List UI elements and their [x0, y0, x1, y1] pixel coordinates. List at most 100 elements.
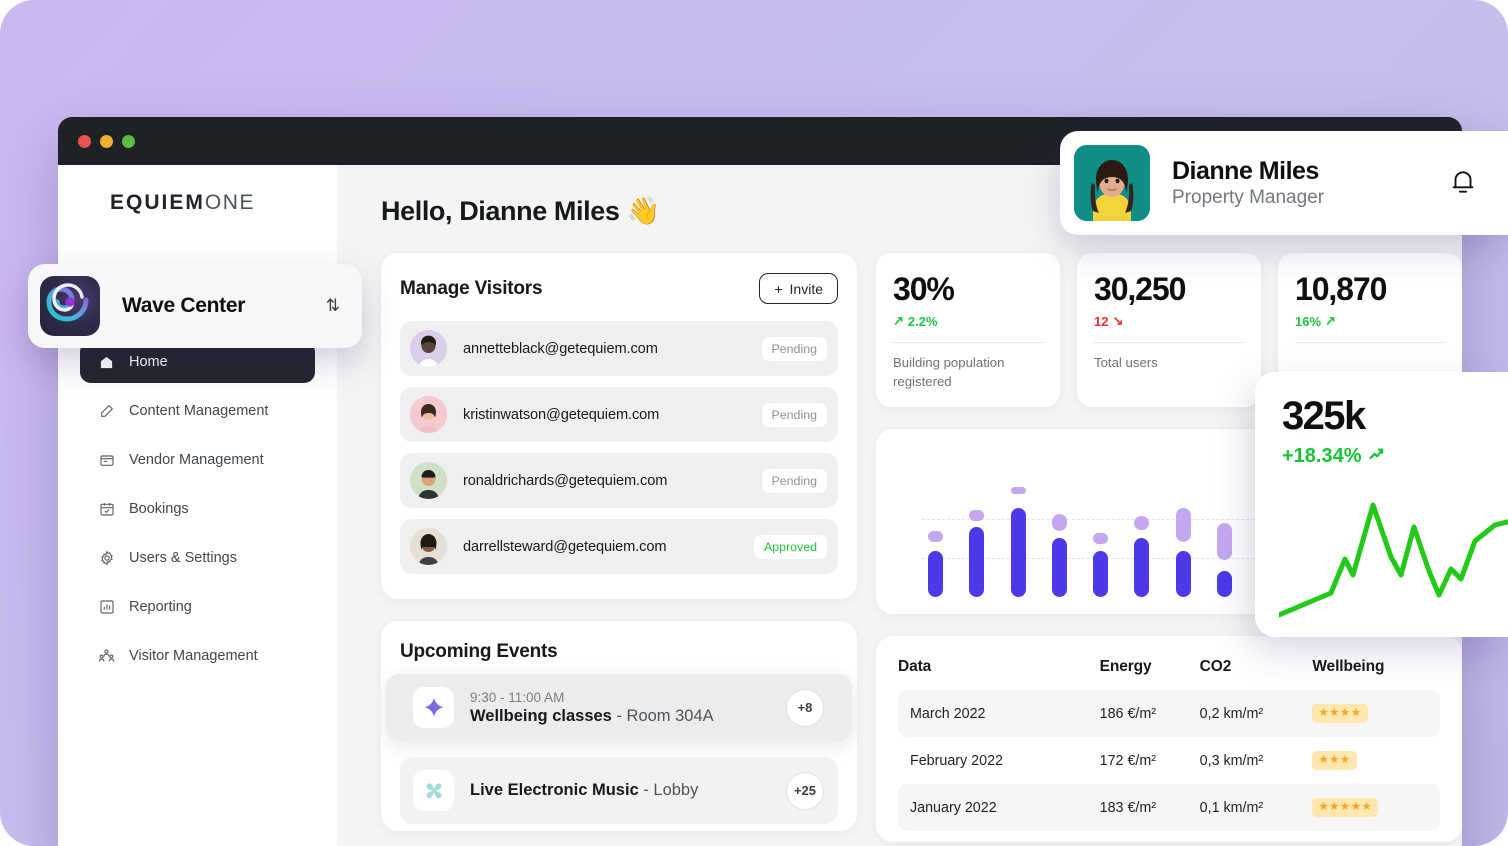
sidebar-item-visitor-management[interactable]: Visitor Management	[80, 635, 315, 677]
event-text: 9:30 - 11:00 AM Wellbeing classes - Room…	[470, 690, 786, 726]
column-header-data: Data	[898, 658, 932, 676]
user-profile-card[interactable]: Dianne Miles Property Manager	[1060, 131, 1508, 235]
sidebar-item-content-management[interactable]: Content Management	[80, 390, 315, 432]
maximize-window-button[interactable]	[122, 134, 135, 148]
column-header-co2: CO2	[1199, 658, 1232, 676]
visitor-email: annetteblack@getequiem.com	[463, 340, 658, 357]
bell-icon[interactable]	[1448, 166, 1478, 201]
visitor-row[interactable]: kristinwatson@getequiem.com Pending	[400, 387, 838, 442]
trend-up-icon: ↗	[1325, 313, 1336, 328]
invite-button-label: Invite	[789, 280, 823, 297]
pencil-icon	[98, 403, 115, 420]
table-row[interactable]: December 2021196 €/m²0,4 km/m²★★★★★	[898, 831, 1440, 842]
avatar	[1074, 145, 1150, 221]
chart-bar-secondary	[1010, 487, 1026, 495]
table-row[interactable]: February 2022 172 €/m² 0,3 km/m² ★★★	[898, 737, 1440, 784]
event-name: Wellbeing classes	[470, 706, 612, 725]
kpi-sparkline	[1279, 502, 1508, 618]
table-header-row: Data Energy CO2 Wellbeing	[898, 652, 1440, 690]
cell-wellbeing: ★★★	[1312, 737, 1440, 784]
visitor-row[interactable]: darrellsteward@getequiem.com Approved	[400, 519, 838, 574]
visitor-row[interactable]: annetteblack@getequiem.com Pending	[400, 321, 838, 376]
event-attendee-count[interactable]: +25	[786, 771, 824, 810]
cell-energy: 183 €/m²	[1099, 799, 1157, 816]
event-location: - Room 304A	[616, 706, 714, 725]
sidebar-item-users-settings[interactable]: Users & Settings	[80, 537, 315, 579]
kpi-card: 325k +18.34%	[1255, 372, 1508, 637]
column-header-wellbeing: Wellbeing	[1312, 658, 1385, 676]
cell-energy: 196 €/m²	[1100, 831, 1200, 842]
sidebar-item-label: Bookings	[129, 501, 189, 517]
column-header-energy: Energy	[1099, 658, 1152, 676]
avatar	[410, 396, 447, 433]
arrow-down-right-icon: ↘	[1112, 313, 1124, 328]
building-switcher[interactable]: Wave Center ⇅	[28, 264, 362, 348]
visitor-row[interactable]: ronaldrichards@getequiem.com Pending	[400, 453, 838, 508]
table-row[interactable]: March 2022 186 €/m² 0,2 km/m² ★★★★	[898, 690, 1440, 738]
stat-label: Total users	[1094, 355, 1158, 370]
chart-bar-group	[1217, 479, 1233, 598]
manage-visitors-card: Manage Visitors + Invite annetteblack@ge…	[381, 253, 857, 599]
event-row[interactable]: Live Electronic Music - Lobby +25	[400, 757, 838, 824]
divider	[1295, 342, 1445, 343]
up-down-arrows-icon[interactable]: ⇅	[326, 296, 340, 316]
event-location: - Lobby	[643, 781, 699, 799]
chart-bar-secondary	[1134, 515, 1150, 530]
table-body: March 2022 186 €/m² 0,2 km/m² ★★★★ February …	[898, 690, 1440, 842]
cell-co2: 0,4 km/m²	[1200, 831, 1313, 842]
avatar	[410, 330, 447, 367]
metrics-table-card: Data Energy CO2 Wellbeing March 2022 186 …	[876, 636, 1462, 843]
logo-bold: EQUIEM	[110, 191, 205, 214]
kpi-delta-value: +18.34%	[1282, 444, 1362, 467]
kpi-delta: +18.34%	[1282, 443, 1508, 469]
wave-spiral-logo	[40, 276, 100, 336]
chart-bar-secondary	[969, 510, 985, 521]
sidebar-item-reporting[interactable]: Reporting	[80, 586, 315, 628]
bar-chart-icon	[98, 599, 115, 616]
cell-wellbeing: ★★★★★	[1312, 784, 1440, 831]
chart-bar-primary	[1175, 551, 1191, 598]
chart-bar-primary	[1134, 537, 1150, 598]
chart-bar-group	[1093, 479, 1109, 598]
stat-delta-value: 16%	[1295, 313, 1322, 329]
event-title: Live Electronic Music - Lobby	[470, 781, 786, 800]
stat-delta: 12 ↘	[1094, 313, 1244, 329]
trend-up-icon	[1368, 443, 1388, 469]
chart-bar-primary	[1093, 551, 1109, 598]
star-rating: ★★★★★	[1312, 798, 1379, 818]
table-row[interactable]: January 2022 183 €/m² 0,1 km/m² ★★★★★	[898, 784, 1440, 832]
close-window-button[interactable]	[78, 134, 91, 148]
sidebar-item-label: Visitor Management	[129, 648, 258, 664]
kpi-value: 325k	[1282, 394, 1366, 438]
store-icon	[98, 452, 115, 469]
divider	[893, 342, 1043, 343]
invite-button[interactable]: + Invite	[759, 273, 838, 304]
profile-name: Dianne Miles	[1172, 157, 1319, 185]
event-row[interactable]: 9:30 - 11:00 AM Wellbeing classes - Room…	[386, 674, 852, 741]
visitor-email: kristinwatson@getequiem.com	[463, 406, 660, 423]
page-root: EQUIEMONE Home Content Management Vendor…	[0, 0, 1508, 846]
table-head: Data Energy CO2 Wellbeing	[898, 652, 1440, 690]
stat-value: 30,250	[1094, 271, 1186, 307]
cell-data: December 2021	[898, 831, 1100, 842]
star-rating: ★★★	[1312, 751, 1357, 771]
home-icon	[98, 354, 115, 371]
upcoming-events-card: Upcoming Events 9:30 - 11:00 AM Wellbein…	[381, 621, 857, 831]
event-attendee-count[interactable]: +8	[786, 688, 824, 727]
star-rating: ★★★★	[1312, 704, 1368, 724]
stat-card-building-population: 30% ↗ 2.2% Building population registere…	[876, 253, 1060, 408]
stat-card-total-users: 30,250 12 ↘ Total users	[1077, 253, 1261, 408]
cell-energy: 186 €/m²	[1099, 705, 1157, 722]
status-badge: Pending	[761, 468, 827, 493]
chart-bar-secondary	[1175, 507, 1191, 543]
sidebar-item-vendor-management[interactable]: Vendor Management	[80, 439, 315, 481]
chart-bar-primary	[1051, 537, 1067, 598]
minimize-window-button[interactable]	[100, 134, 113, 148]
arrow-up-right-icon: ↗	[893, 313, 904, 328]
sidebar-item-bookings[interactable]: Bookings	[80, 488, 315, 530]
app-logo: EQUIEMONE	[110, 191, 337, 215]
divider	[1094, 342, 1244, 343]
logo-light: ONE	[204, 191, 256, 214]
sidebar-item-label: Home	[129, 354, 168, 370]
gear-icon	[98, 550, 115, 567]
